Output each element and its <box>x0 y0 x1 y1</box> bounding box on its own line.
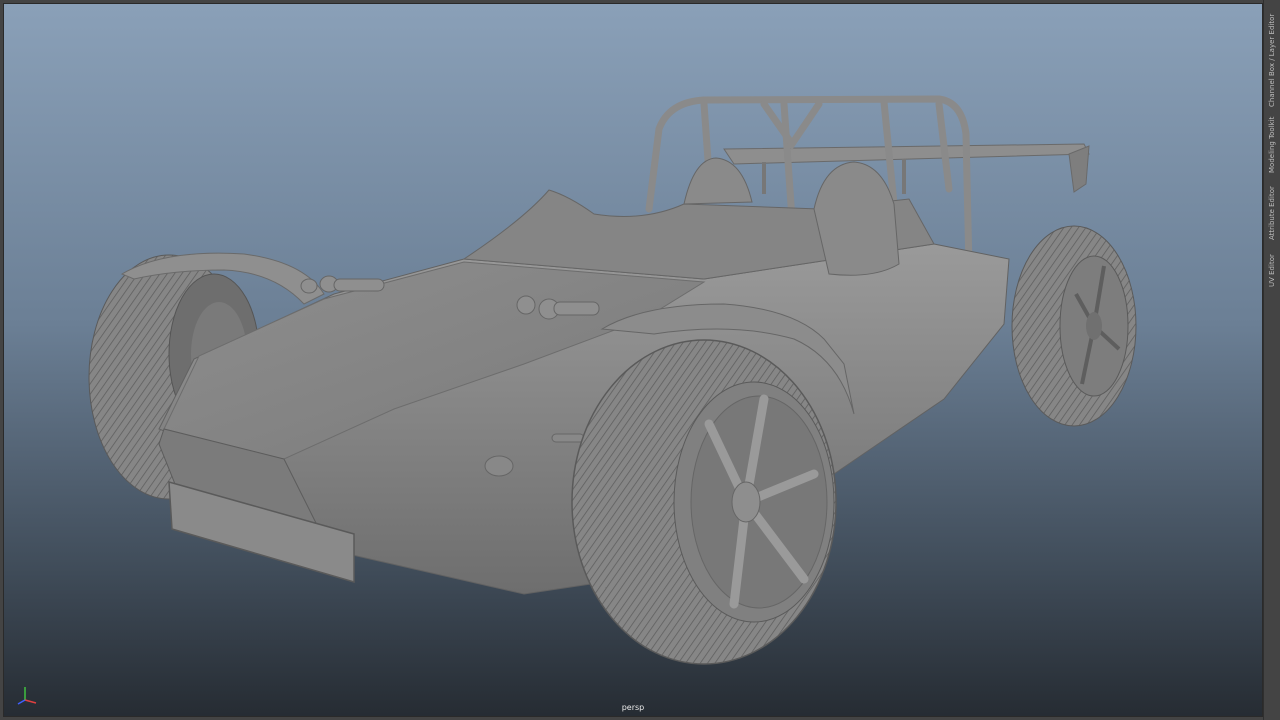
tab-modeling-toolkit[interactable]: Modeling Toolkit <box>1264 112 1280 178</box>
rear-wing[interactable] <box>723 143 1090 194</box>
maya-workspace: persp Channel Box / Layer Editor Modelin… <box>0 0 1280 720</box>
passenger-seat[interactable] <box>683 157 753 205</box>
side-panel-tabs: Channel Box / Layer Editor Modeling Tool… <box>1263 0 1280 720</box>
driver-seat[interactable] <box>813 161 900 276</box>
headlight-left[interactable] <box>300 275 385 294</box>
tab-attribute-editor[interactable]: Attribute Editor <box>1264 182 1280 244</box>
perspective-viewport[interactable]: persp <box>3 3 1263 717</box>
tab-channel-box-layer-editor[interactable]: Channel Box / Layer Editor <box>1264 10 1280 110</box>
camera-name-label: persp <box>621 703 645 712</box>
front-left-wheel[interactable] <box>571 339 837 665</box>
tab-uv-editor[interactable]: UV Editor <box>1264 248 1280 294</box>
car-model-render[interactable] <box>4 4 1262 716</box>
rear-right-wheel[interactable] <box>1011 225 1137 427</box>
